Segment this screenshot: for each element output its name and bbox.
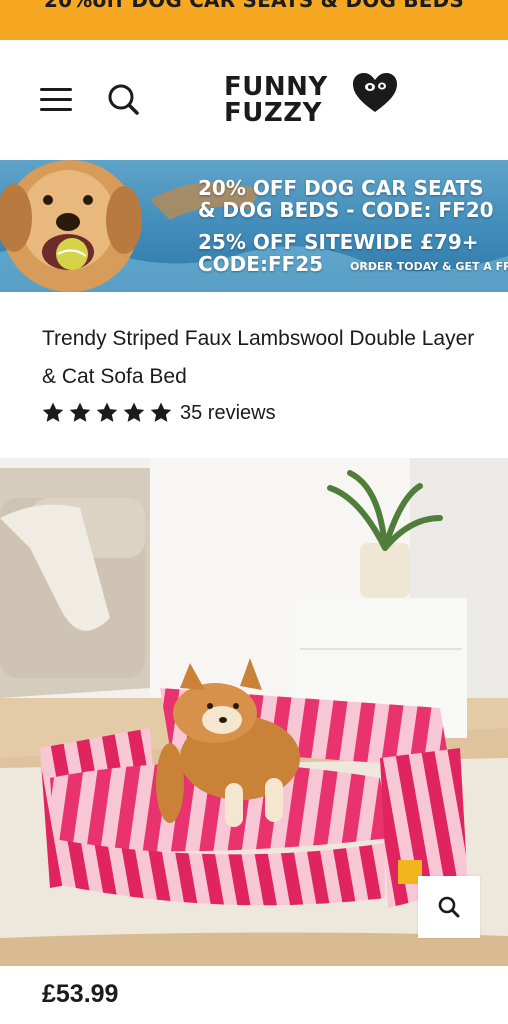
promo-line-1: 20% OFF DOG CAR SEATS xyxy=(198,176,484,200)
product-title-line-2: & Cat Sofa Bed xyxy=(42,365,187,388)
promo-line-2: & DOG BEDS - CODE: FF20 xyxy=(198,198,494,222)
product-title: Trendy Striped Faux Lambswool Double Lay… xyxy=(42,320,508,396)
star-icon xyxy=(123,402,145,422)
promo-banner[interactable]: 20% OFF DOG CAR SEATS & DOG BEDS - CODE:… xyxy=(0,160,508,292)
site-logo[interactable]: FUNNY FUZZY xyxy=(224,72,404,130)
product-title-line-1: Trendy Striped Faux Lambswool Double Lay… xyxy=(42,327,475,350)
menu-icon[interactable] xyxy=(40,84,74,114)
star-rating xyxy=(40,401,174,425)
logo-line-1: FUNNY xyxy=(224,72,328,102)
product-price: £53.99 xyxy=(42,980,119,1008)
star-icon xyxy=(96,402,118,422)
zoom-button[interactable] xyxy=(418,876,480,938)
star-icon xyxy=(69,402,91,422)
announcement-bar[interactable]: 20%off DOG CAR SEATS & DOG BEDS xyxy=(0,0,508,40)
promo-line-5: ORDER TODAY & GET A FREE xyxy=(350,260,508,273)
promo-line-4: CODE:FF25 xyxy=(198,252,324,276)
zoom-icon xyxy=(438,896,460,918)
promo-line-3: 25% OFF SITEWIDE £79+ xyxy=(198,230,479,254)
announcement-text: 20%off DOG CAR SEATS & DOG BEDS xyxy=(44,0,464,12)
search-icon[interactable] xyxy=(104,80,144,120)
star-icon xyxy=(42,402,64,422)
star-icon xyxy=(150,402,172,422)
product-rating[interactable]: 35 reviews xyxy=(40,400,276,426)
heart-logo-icon xyxy=(353,73,397,112)
logo-line-2: FUZZY xyxy=(224,98,322,128)
site-header: FUNNY FUZZY xyxy=(0,40,508,160)
reviews-link[interactable]: 35 reviews xyxy=(180,402,276,425)
